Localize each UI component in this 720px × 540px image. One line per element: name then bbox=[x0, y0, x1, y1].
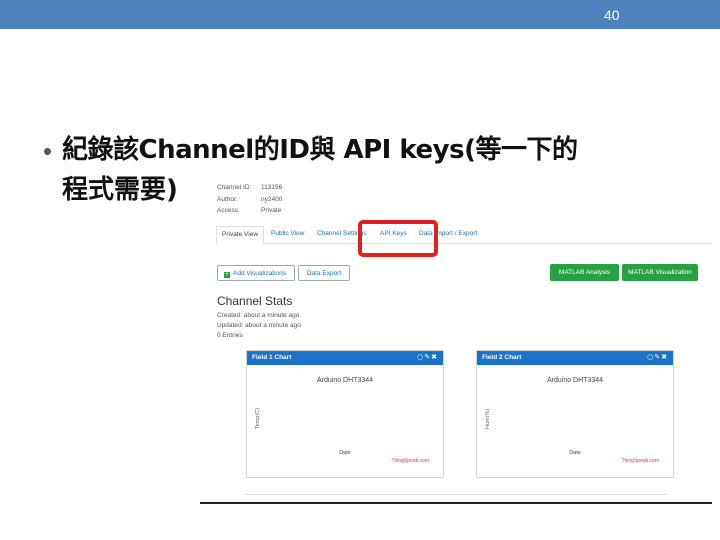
bullet-text-line-2: 程式需要) bbox=[62, 175, 178, 205]
add-visualizations-label: Add Visualizations bbox=[233, 270, 286, 277]
tab-private-view[interactable]: Private View bbox=[216, 226, 265, 245]
channel-screenshot: Channel ID: 113156 Author: ny2400 Access: P… bbox=[200, 182, 712, 504]
meta-value: 113156 bbox=[261, 184, 283, 191]
tab-public-view[interactable]: Public View bbox=[271, 230, 304, 237]
chart-x-label: Date bbox=[339, 450, 351, 456]
chart-header: Field 2 Chart ○✎✖ bbox=[477, 351, 673, 365]
close-icon[interactable]: ✖ bbox=[431, 353, 438, 361]
meta-channel-id: Channel ID: 113156 bbox=[217, 184, 282, 191]
stats-updated: Updated: about a minute ago bbox=[217, 322, 301, 329]
matlab-visualization-button[interactable]: MATLAB Visualization bbox=[622, 264, 698, 281]
chart-y-label: Hum(%) bbox=[485, 408, 491, 429]
meta-access: Access: Private bbox=[217, 207, 281, 214]
chart-header: Field 1 Chart ○✎✖ bbox=[247, 351, 443, 365]
chart-credit-link[interactable]: ThingSpeak.com bbox=[391, 458, 429, 464]
close-icon[interactable]: ✖ bbox=[661, 353, 668, 361]
screenshot-bottom-border bbox=[200, 502, 712, 504]
matlab-analysis-button[interactable]: MATLAB Analysis bbox=[550, 264, 619, 281]
add-visualizations-button[interactable]: + Add Visualizations bbox=[217, 265, 295, 281]
bullet-icon bbox=[44, 148, 51, 155]
stats-created: Created: about a minute ago bbox=[217, 312, 300, 319]
chart-x-label: Date bbox=[569, 450, 581, 456]
meta-key: Channel ID: bbox=[217, 184, 252, 191]
field-2-chart-card: Field 2 Chart ○✎✖ Arduino DHT3344 Hum(%)… bbox=[476, 350, 674, 478]
chart-credit-link[interactable]: ThingSpeak.com bbox=[621, 458, 659, 464]
page-number: 40 bbox=[604, 7, 620, 23]
meta-key: Access: bbox=[217, 207, 240, 214]
chart-header-icons: ○✎✖ bbox=[417, 353, 438, 361]
field-1-chart-card: Field 1 Chart ○✎✖ Arduino DHT3344 Temp(C… bbox=[246, 350, 444, 478]
meta-value: Private bbox=[261, 207, 282, 214]
meta-key: Author: bbox=[217, 196, 238, 203]
channel-stats-title: Channel Stats bbox=[217, 294, 293, 308]
api-keys-highlight bbox=[358, 220, 438, 257]
plus-icon: + bbox=[224, 272, 230, 278]
chart-plot-title: Arduino DHT3344 bbox=[316, 377, 374, 384]
chart-y-label: Temp(C) bbox=[255, 407, 261, 429]
bullet-text-line-1: 紀錄該Channel的ID與 API keys(等一下的 bbox=[62, 135, 578, 165]
stats-entries: 0 Entries bbox=[217, 332, 243, 339]
chart-plot-title: Arduino DHT3344 bbox=[546, 377, 604, 384]
channel-tabs: Private View Public View Channel Setting… bbox=[216, 226, 712, 245]
meta-value: ny2400 bbox=[261, 196, 283, 203]
meta-author: Author: ny2400 bbox=[217, 196, 282, 203]
next-card-edge bbox=[246, 494, 666, 500]
chart-header-icons: ○✎✖ bbox=[647, 353, 668, 361]
slide-header-bar: 40 bbox=[0, 0, 720, 29]
chart-header-title: Field 1 Chart bbox=[252, 354, 292, 361]
chart-header-title: Field 2 Chart bbox=[482, 354, 522, 361]
data-export-button[interactable]: Data Export bbox=[298, 265, 350, 281]
